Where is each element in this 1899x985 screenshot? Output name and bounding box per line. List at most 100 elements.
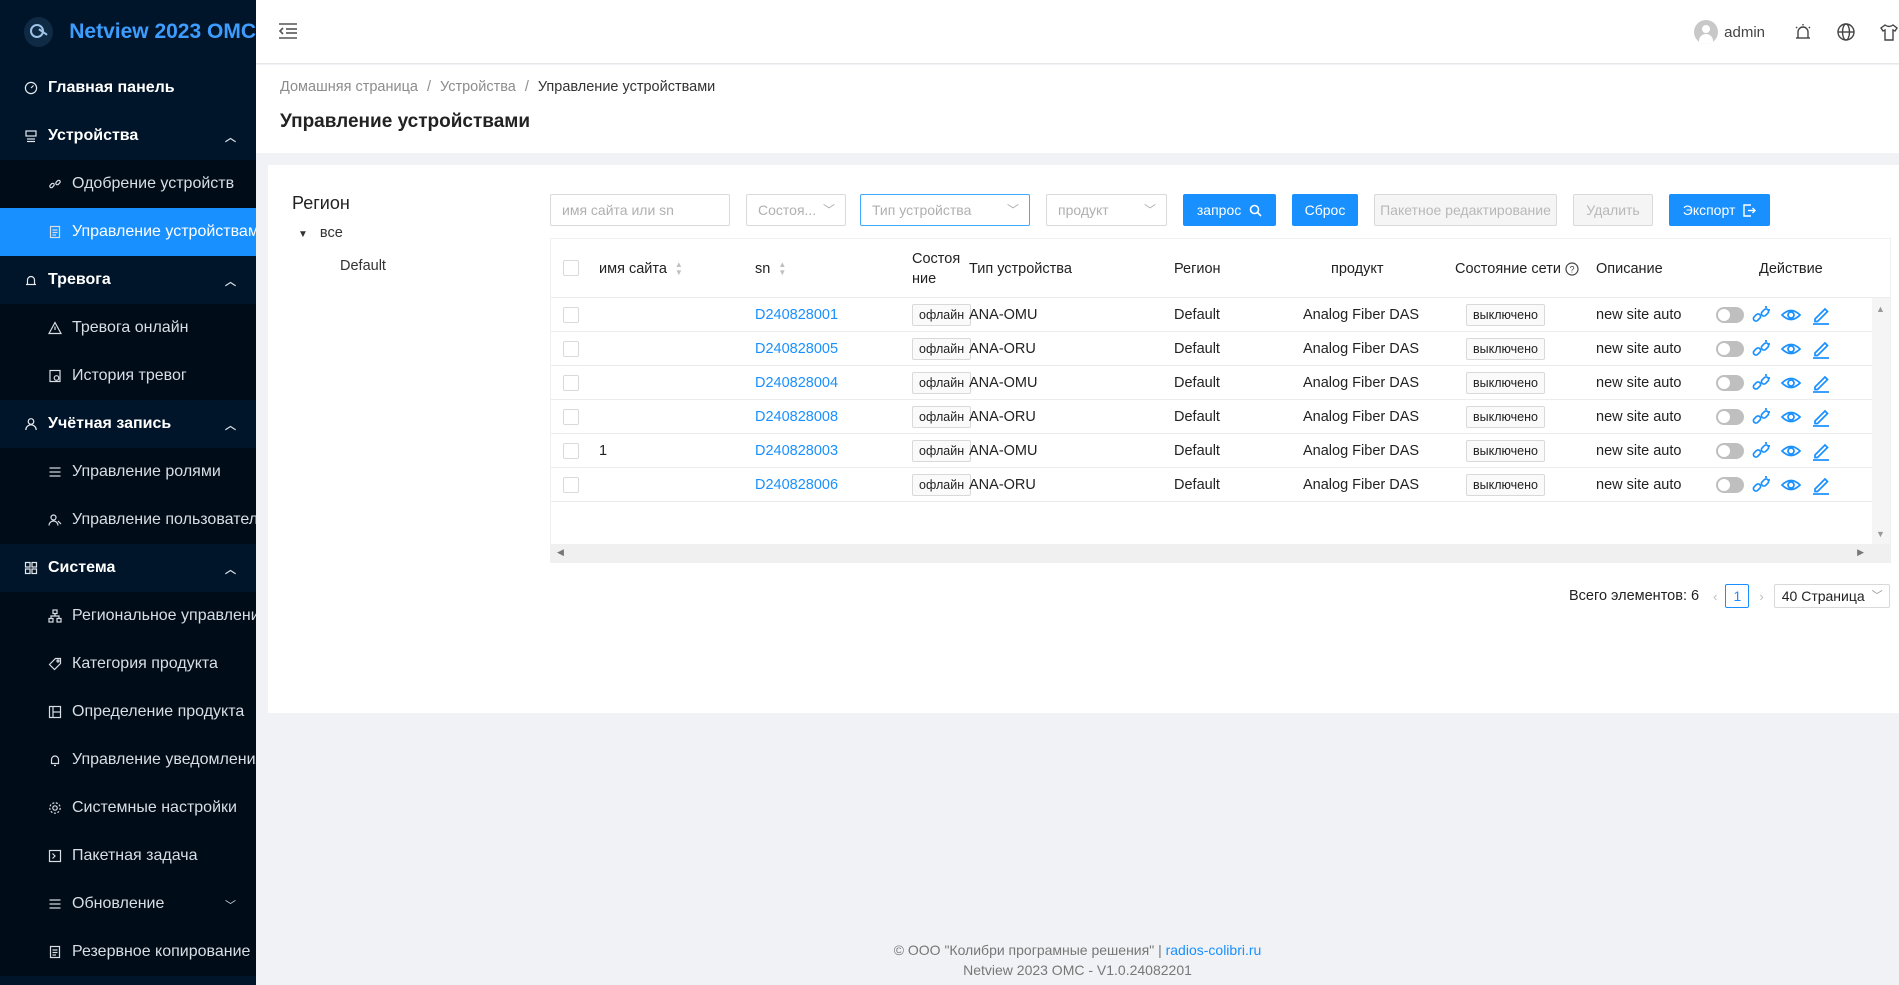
batch-edit-button[interactable]: Пакетное редактирование <box>1374 194 1557 226</box>
tree-node-default[interactable]: Default <box>340 258 386 274</box>
enable-toggle[interactable] <box>1716 443 1744 459</box>
footer: © ООО "Колибри програмные решения" | rad… <box>256 940 1899 980</box>
enable-toggle[interactable] <box>1716 307 1744 323</box>
view-icon[interactable] <box>1780 474 1802 496</box>
cell-sn-link[interactable]: D240828008 <box>755 400 838 434</box>
status-badge: офлайн <box>912 440 972 463</box>
tree-node-all[interactable]: ▼ все <box>298 225 343 241</box>
sort-icon[interactable]: ▲ ▼ <box>778 260 786 277</box>
sidebar-item[interactable]: Резервное копирование <box>0 928 256 976</box>
sidebar-item[interactable]: Пакетная задача <box>0 832 256 880</box>
row-checkbox[interactable] <box>563 375 579 391</box>
edit-icon[interactable] <box>1810 372 1832 394</box>
sidebar-item[interactable]: Системные настройки <box>0 784 256 832</box>
sidebar-item[interactable]: Определение продукта <box>0 688 256 736</box>
column-sn[interactable]: sn ▲ ▼ <box>755 239 786 298</box>
row-checkbox[interactable] <box>563 307 579 323</box>
select-all-checkbox[interactable] <box>563 260 579 276</box>
search-input[interactable]: имя сайта или sn <box>550 194 730 226</box>
state-select[interactable]: Состоя... ﹀ <box>746 194 846 226</box>
export-button[interactable]: Экспорт <box>1669 194 1770 226</box>
sidebar-item[interactable]: Обновление ﹀ <box>0 880 256 928</box>
globe-icon[interactable] <box>1836 22 1856 42</box>
cell-sn-link[interactable]: D240828001 <box>755 298 838 332</box>
shirt-icon[interactable] <box>1879 22 1899 42</box>
view-icon[interactable] <box>1780 440 1802 462</box>
device-type-select[interactable]: Тип устройства ﹀ <box>860 194 1030 226</box>
edit-icon[interactable] <box>1810 338 1832 360</box>
relink-icon[interactable] <box>1750 474 1772 496</box>
relink-icon[interactable] <box>1750 304 1772 326</box>
relink-icon[interactable] <box>1750 406 1772 428</box>
sidebar-item[interactable]: Система ︿ <box>0 544 256 592</box>
edit-icon[interactable] <box>1810 406 1832 428</box>
cell-sn-link[interactable]: D240828003 <box>755 434 838 468</box>
vertical-scrollbar[interactable]: ▲ ▼ <box>1872 298 1890 545</box>
enable-toggle[interactable] <box>1716 375 1744 391</box>
document-icon <box>48 225 62 239</box>
sidebar-item[interactable]: Тревога онлайн <box>0 304 256 352</box>
sidebar-item[interactable]: Управление устройствами <box>0 208 256 256</box>
enable-toggle[interactable] <box>1716 477 1744 493</box>
edit-icon[interactable] <box>1810 474 1832 496</box>
sidebar-item[interactable]: История тревог <box>0 352 256 400</box>
scroll-up-icon[interactable]: ▲ <box>1876 304 1885 314</box>
view-icon[interactable] <box>1780 406 1802 428</box>
caret-down-icon[interactable]: ▼ <box>298 229 308 240</box>
reset-button[interactable]: Сброс <box>1292 194 1358 226</box>
avatar[interactable] <box>1694 20 1719 44</box>
sidebar-item[interactable]: Одобрение устройств <box>0 160 256 208</box>
page-number[interactable]: 1 <box>1725 584 1750 608</box>
product-select[interactable]: продукт ﹀ <box>1046 194 1167 226</box>
row-checkbox[interactable] <box>563 409 579 425</box>
footer-link[interactable]: radios-colibri.ru <box>1166 942 1262 958</box>
menu-toggle-icon[interactable] <box>278 22 298 40</box>
enable-toggle[interactable] <box>1716 341 1744 357</box>
row-checkbox[interactable] <box>563 341 579 357</box>
view-icon[interactable] <box>1780 304 1802 326</box>
tree-node-label[interactable]: все <box>320 225 343 241</box>
edit-icon[interactable] <box>1810 440 1832 462</box>
scroll-left-icon[interactable]: ◀ <box>557 547 564 558</box>
scroll-down-icon[interactable]: ▼ <box>1876 529 1885 539</box>
query-button[interactable]: запрос <box>1183 194 1276 226</box>
breadcrumb-home[interactable]: Домашняя страница <box>280 79 418 95</box>
delete-button[interactable]: Удалить <box>1573 194 1653 226</box>
cell-sn-link[interactable]: D240828004 <box>755 366 838 400</box>
relink-icon[interactable] <box>1750 372 1772 394</box>
sidebar-item[interactable]: Учётная запись ︿ <box>0 400 256 448</box>
username[interactable]: admin <box>1724 24 1765 41</box>
alarm-bell-icon[interactable] <box>1793 22 1813 42</box>
prev-page-icon[interactable]: ‹ <box>1713 589 1717 604</box>
help-icon[interactable]: ? <box>1565 261 1579 276</box>
sidebar-item[interactable]: Категория продукта <box>0 640 256 688</box>
row-checkbox[interactable] <box>563 477 579 493</box>
view-icon[interactable] <box>1780 338 1802 360</box>
cell-sn-link[interactable]: D240828005 <box>755 332 838 366</box>
next-page-icon[interactable]: › <box>1759 589 1763 604</box>
enable-toggle[interactable] <box>1716 409 1744 425</box>
sidebar-item[interactable]: Главная панель <box>0 64 256 112</box>
sidebar-item[interactable]: Управление уведомлениями <box>0 736 256 784</box>
net-state-badge: выключено <box>1466 406 1545 429</box>
relink-icon[interactable] <box>1750 338 1772 360</box>
sidebar-item[interactable]: Региональное управление <box>0 592 256 640</box>
scroll-right-icon[interactable]: ▶ <box>1857 547 1864 558</box>
sort-icon[interactable]: ▲ ▼ <box>675 260 683 277</box>
page-size-select[interactable]: 40 Страница ﹀ <box>1773 584 1890 608</box>
sidebar-item[interactable]: Тревога ︿ <box>0 256 256 304</box>
row-checkbox[interactable] <box>563 443 579 459</box>
sidebar-item[interactable]: Управление ролями <box>0 448 256 496</box>
horizontal-scrollbar[interactable]: ◀ ▶ <box>551 544 1890 562</box>
cell-sn-link[interactable]: D240828006 <box>755 468 838 502</box>
view-icon[interactable] <box>1780 372 1802 394</box>
cell-net-state: выключено <box>1466 298 1545 332</box>
chevron-down-icon: ﹀ <box>1143 203 1156 217</box>
column-site-name[interactable]: имя сайта ▲ ▼ <box>599 239 683 298</box>
relink-icon[interactable] <box>1750 440 1772 462</box>
sidebar-item[interactable]: Устройства ︿ <box>0 112 256 160</box>
breadcrumb-devices[interactable]: Устройства <box>440 79 516 95</box>
sidebar-item[interactable]: Управление пользователями <box>0 496 256 544</box>
chevron-down-icon: ﹀ <box>225 900 236 912</box>
edit-icon[interactable] <box>1810 304 1832 326</box>
